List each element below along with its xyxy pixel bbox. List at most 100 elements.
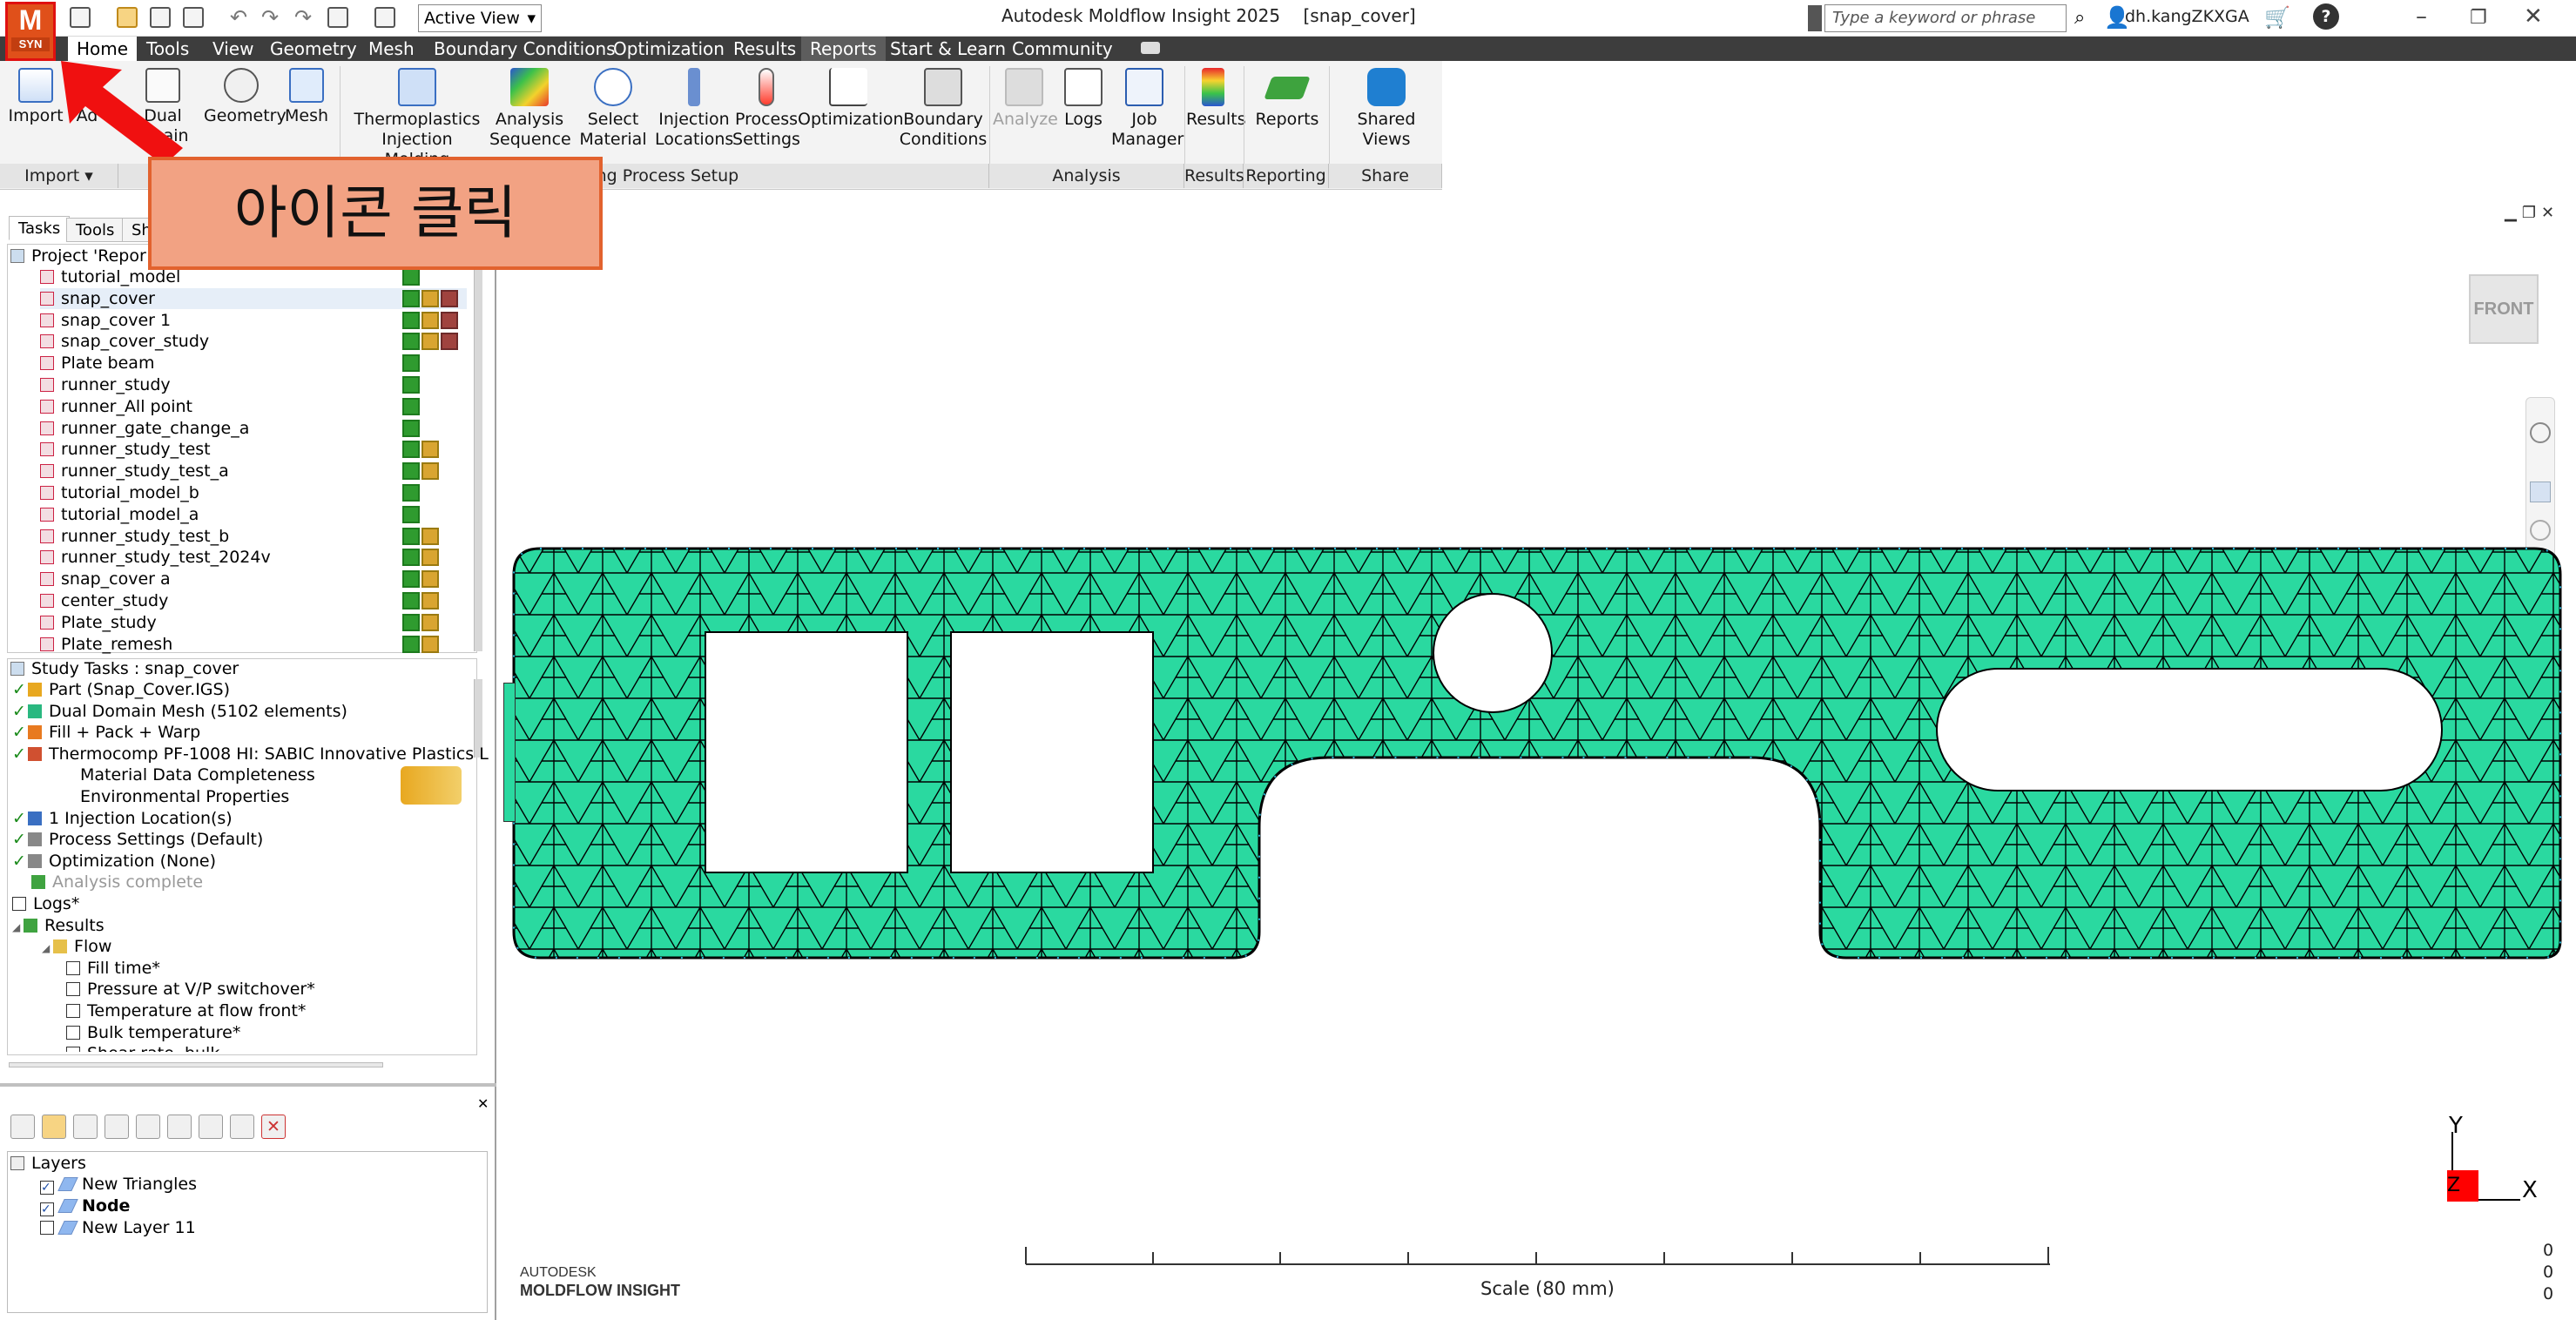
mesh-status-icon[interactable] [402,527,420,545]
layer-checkbox[interactable] [40,1221,54,1235]
study-task-item[interactable]: Environmental Properties [80,786,289,807]
mesh-button[interactable]: Mesh [282,68,331,126]
tab-optimization[interactable]: Optimization [604,37,733,61]
cart-icon[interactable]: 🛒 [2264,5,2290,30]
expand-icon[interactable]: ◢ [12,921,24,933]
user-name[interactable]: dh.kangZKXGA [2125,7,2249,26]
study-item[interactable]: Plate beam [40,353,154,374]
group-import[interactable]: Import ▾ [0,164,118,188]
study-task-item[interactable]: ◢ Flow [42,936,111,957]
result-checkbox[interactable] [12,897,26,911]
binoculars-icon[interactable]: ⌕ [2074,7,2085,29]
tab-results[interactable]: Results [725,37,805,61]
tab-view[interactable]: View [204,37,262,61]
print-icon[interactable] [327,7,348,28]
result-checkbox[interactable] [66,960,80,975]
study-task-item[interactable]: ✓ Part (Snap_Cover.IGS) [12,679,230,700]
study-task-item[interactable]: ✓ Process Settings (Default) [12,829,263,850]
panel-tab-tasks[interactable]: Tasks [9,216,71,240]
check-icon[interactable] [73,1115,98,1139]
job-manager-button[interactable]: Job Manager [1111,68,1183,150]
mesh-status-icon[interactable] [402,397,420,415]
study-item[interactable]: Plate_study [40,612,157,633]
view-cube[interactable]: FRONT [2469,274,2539,344]
mesh-status-icon[interactable] [402,505,420,523]
result-checkbox[interactable] [66,1004,80,1018]
import-button[interactable]: Import [7,68,64,126]
tab-start-learn[interactable]: Start & Learn [881,37,1015,61]
results-button[interactable]: Results [1186,68,1246,130]
close-icon[interactable]: ✕ [2524,3,2543,30]
analysis-status-icon[interactable] [421,570,439,589]
mesh-status-icon[interactable] [402,354,420,373]
tasks-hscrollbar[interactable] [9,1062,383,1067]
geometry-button[interactable]: Geometry [204,68,287,126]
select-icon[interactable] [2530,482,2551,502]
mesh-status-icon[interactable] [402,613,420,631]
analysis-sequence-button[interactable]: Analysis Sequence [489,68,571,150]
steering-wheel-icon[interactable] [2530,422,2551,443]
injection-locations-button[interactable]: Injection Locations [655,68,733,150]
new-file-icon[interactable] [70,7,91,28]
study-task-item[interactable]: ✓ Fill + Pack + Warp [12,722,200,743]
study-task-item[interactable]: Analysis complete [31,872,203,892]
redo-all-icon[interactable]: ↷ [294,5,312,30]
redo-icon[interactable]: ↷ [261,5,279,30]
mesh-status-icon[interactable] [402,549,420,567]
optimization-button[interactable]: Optimization [798,68,904,130]
tools-icon[interactable] [136,1115,160,1139]
active-view-select[interactable]: Active View ▾ [418,4,542,32]
result-checkbox[interactable] [66,1025,80,1040]
study-item[interactable]: snap_cover a [40,569,171,589]
study-item[interactable]: runner_study_test_2024v [40,547,271,568]
study-item[interactable]: Plate_remesh [40,634,172,655]
wrench-icon[interactable] [105,1115,129,1139]
material-status-icon[interactable] [401,766,462,805]
application-menu-button[interactable]: M SYN [5,2,56,61]
study-item[interactable]: tutorial_model_a [40,504,199,525]
analysis-status-icon[interactable] [421,613,439,631]
tab-geometry[interactable]: Geometry [261,37,366,61]
tab-home[interactable]: Home [68,37,138,61]
tab-reports[interactable]: Reports [801,37,886,61]
layer-checkbox[interactable]: ✓ [40,1202,54,1216]
new-layer-icon[interactable] [10,1115,35,1139]
viewport-window-controls[interactable]: ▁❐✕ [2505,204,2559,222]
study-task-item[interactable]: ✓ Optimization (None) [12,851,216,872]
mesh-status-icon[interactable] [402,441,420,459]
study-item[interactable]: runner_study_test_b [40,526,229,547]
folder-icon[interactable] [42,1115,66,1139]
study-item[interactable]: runner_study_test [40,439,211,460]
result-checkbox[interactable] [66,1047,80,1053]
study-item[interactable]: runner_study [40,374,171,395]
results-status-icon[interactable] [441,311,458,329]
mesh-status-icon[interactable] [402,635,420,653]
study-item[interactable]: tutorial_model_b [40,482,199,503]
process-settings-button[interactable]: Process Settings [732,68,801,150]
ribbon-toggle-icon[interactable] [1141,42,1160,54]
study-item[interactable]: runner_study_test_a [40,461,229,482]
layer-checkbox[interactable]: ✓ [40,1181,54,1195]
study-item[interactable]: snap_cover 1 [40,310,171,331]
study-item[interactable]: runner_gate_change_a [40,418,249,439]
panel-tab-tools[interactable]: Tools [66,218,125,242]
pane-splitter[interactable] [0,1083,496,1087]
study-task-item[interactable]: ✓ Dual Domain Mesh (5102 elements) [12,701,347,722]
results-status-icon[interactable] [441,333,458,351]
restore-icon[interactable]: ❐ [2470,7,2487,29]
study-task-item[interactable]: ✓ Thermocomp PF-1008 HI: SABIC Innovative… [12,744,489,764]
study-task-item[interactable]: Pressure at V/P switchover* [66,979,315,1000]
tab-boundary-conditions[interactable]: Boundary Conditions [425,37,624,61]
analysis-status-icon[interactable] [421,462,439,481]
study-task-item[interactable]: Logs* [12,893,79,914]
mesh-status-icon[interactable] [402,419,420,437]
layer-item[interactable]: New Layer 11 [40,1217,196,1238]
mesh-status-icon[interactable] [402,376,420,394]
undo-icon[interactable]: ↶ [230,5,247,30]
analysis-status-icon[interactable] [421,527,439,545]
mesh-status-icon[interactable] [402,289,420,307]
minimize-icon[interactable]: – [2416,3,2427,30]
thermoplastics-button[interactable]: Thermoplastics Injection Molding [352,68,482,170]
shared-views-button[interactable]: Shared Views [1334,68,1439,150]
tab-tools[interactable]: Tools [138,37,198,61]
